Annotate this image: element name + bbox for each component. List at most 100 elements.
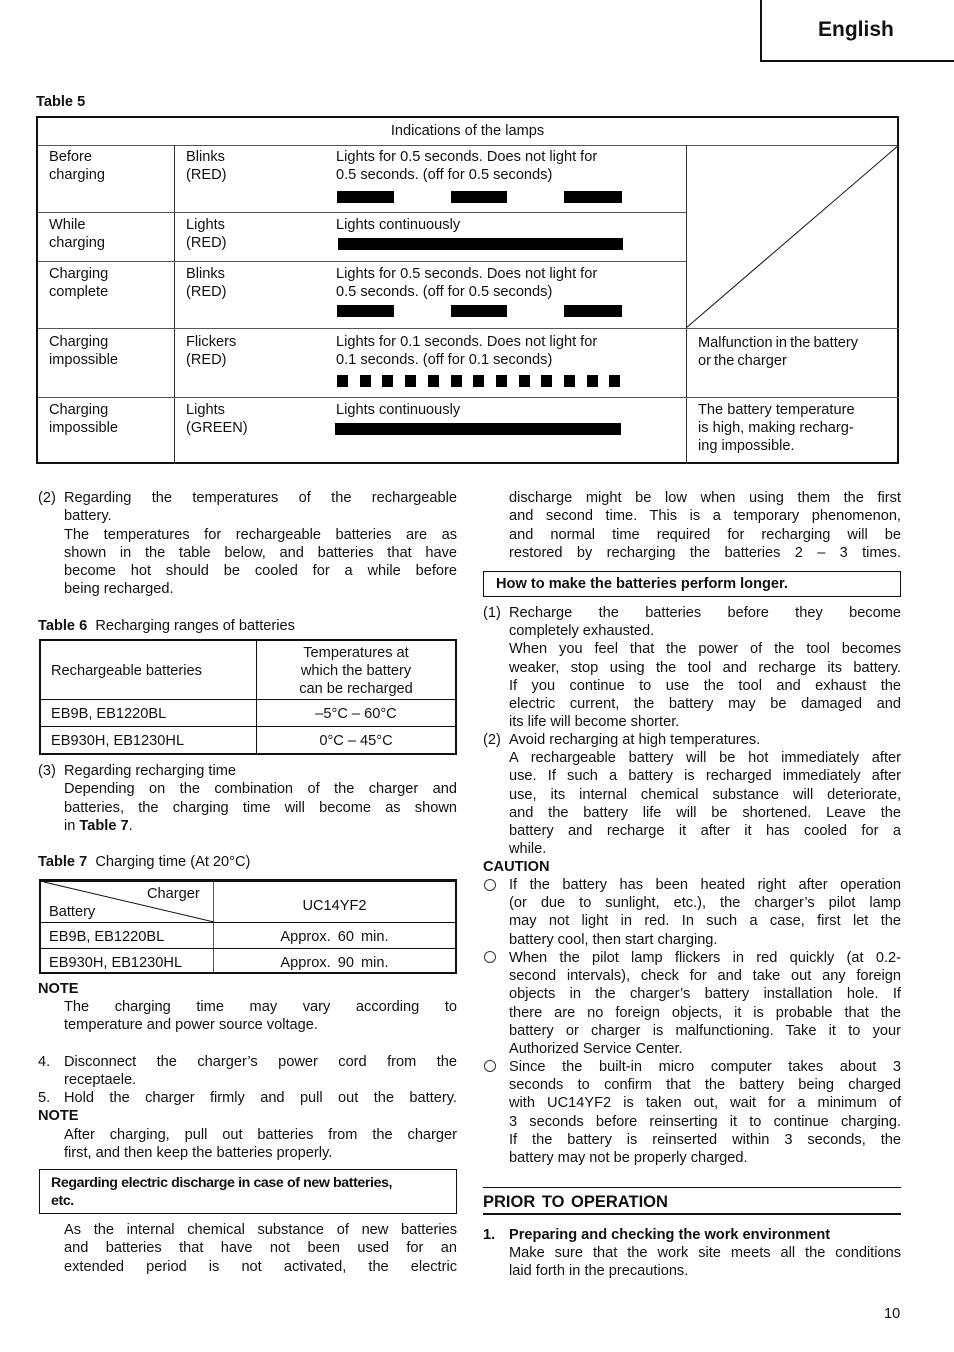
table5-state: Charging impossible	[49, 334, 118, 368]
note-title: NOTE	[38, 1108, 79, 1124]
note-text: The charging time may vary according to …	[64, 999, 457, 1034]
table6: Rechargeable batteries Temperatures at wh…	[39, 639, 457, 755]
table5-row-divider	[38, 261, 686, 262]
table7-header-charger: Charger	[147, 886, 200, 902]
bullet-circle-icon	[484, 879, 496, 891]
table5-row-divider	[38, 212, 686, 213]
lamp-flicker-segment	[473, 375, 485, 387]
lamp-flicker-segment	[564, 375, 575, 387]
perform-longer-heading: How to make the batteries perform longer…	[496, 576, 788, 592]
table6-header-temperature: Temperatures at which the battery can be r…	[299, 645, 413, 697]
item-1-text: Recharge the batteries before they becom…	[509, 605, 901, 731]
page-number: 10	[884, 1306, 901, 1322]
table5-header: Indications of the lamps	[38, 118, 897, 146]
prep-text: Preparing and checking the work environm…	[509, 1227, 901, 1280]
table5-desc: Lights continuously	[336, 217, 461, 233]
table5-state: Before charging	[49, 149, 105, 183]
section-3-number: (3)	[38, 763, 56, 779]
table5-lamp: Blinks (RED)	[186, 266, 227, 300]
step-4-text: Disconnect the charger’s power cord from…	[64, 1054, 457, 1089]
table5-row-divider	[38, 397, 899, 398]
table5-row-divider	[38, 328, 899, 329]
caution-item: When the pilot lamp flickers in red quic…	[509, 950, 901, 1058]
section-title: PRIOR TO OPERATION	[483, 1193, 668, 1211]
lamp-flicker-segment	[337, 375, 348, 387]
table7-caption: Table 7 Charging time (At 20°C)	[38, 854, 251, 870]
table5-lamp: Blinks (RED)	[186, 149, 227, 183]
table7-battery: EB930H, EB1230HL	[49, 955, 183, 971]
section-rule-top	[483, 1187, 901, 1188]
table5-desc: Lights for 0.5 seconds. Does not light f…	[336, 266, 598, 300]
table6-battery: EB930H, EB1230HL	[51, 733, 185, 749]
lamp-flicker-segment	[427, 375, 439, 387]
section-2-number: (2)	[38, 490, 56, 506]
table5-desc: Lights continuously	[336, 402, 461, 418]
caution-item: If the battery has been heated right aft…	[509, 877, 901, 948]
lamp-flicker-segment	[405, 375, 417, 387]
note-text: After charging, pull out batteries from …	[64, 1127, 457, 1162]
table5-lamp: Lights (RED)	[186, 217, 227, 251]
table5-lamp: Flickers (RED)	[186, 334, 237, 368]
table5-caption: Table 5	[36, 94, 86, 110]
table7-battery: EB9B, EB1220BL	[49, 929, 165, 945]
table5-state: While charging	[49, 217, 105, 251]
lamp-flicker-segment	[518, 375, 530, 387]
step-4-number: 4.	[38, 1054, 51, 1070]
lamp-flicker-segment	[609, 375, 621, 387]
lamp-on-segment	[335, 423, 621, 435]
table7: Charger Battery UC14YF2 EB9B, EB1220BL A…	[39, 879, 457, 974]
table7-header-battery: Battery	[49, 904, 96, 920]
language-tab: English	[760, 0, 954, 62]
step-5-number: 5.	[38, 1090, 51, 1106]
table7-row-divider	[41, 922, 455, 923]
bullet-circle-icon	[484, 1060, 496, 1072]
lamp-flicker-segment	[450, 375, 462, 387]
lamp-flicker-segment	[586, 375, 598, 387]
table5-state: Charging complete	[49, 266, 109, 300]
table6-header-battery: Rechargeable batteries	[51, 663, 202, 679]
lamp-on-segment	[337, 191, 394, 203]
table5-note: The battery temperature is high, making r…	[698, 402, 855, 454]
table5-empty-diagonal	[686, 145, 899, 328]
lamp-on-segment	[451, 191, 507, 203]
discharge-heading-box: Regarding electric discharge in case of …	[39, 1169, 457, 1214]
language-label: English	[818, 18, 894, 41]
table7-time: Approx. 60 min.	[280, 929, 389, 945]
note-title: NOTE	[38, 981, 79, 997]
section-rule-bottom	[483, 1213, 901, 1215]
item-2-text: Avoid recharging at high temperatures. A…	[509, 732, 901, 858]
lamp-on-segment	[564, 191, 622, 203]
step-5-text: Hold the charger firmly and pull out the…	[64, 1090, 457, 1106]
table6-row-divider	[41, 699, 455, 700]
perform-longer-heading-box: How to make the batteries perform longer…	[483, 571, 901, 597]
bullet-circle-icon	[484, 951, 496, 963]
lamp-on-segment	[338, 238, 623, 250]
caution-item: Since the built-in micro computer takes …	[509, 1059, 901, 1167]
table5-lamp: Lights (GREEN)	[186, 402, 248, 436]
lamp-flicker-segment	[495, 375, 507, 387]
table5-desc: Lights for 0.5 seconds. Does not light f…	[336, 149, 598, 183]
discharge-text-continued: discharge might be low when using them t…	[509, 490, 901, 561]
table7-row-divider	[41, 948, 455, 949]
lamp-flicker-segment	[541, 375, 553, 387]
prep-title: Preparing and checking the work environm…	[509, 1227, 831, 1243]
lamp-flicker-segment	[382, 375, 394, 387]
prep-number: 1.	[483, 1227, 496, 1243]
table5: Indications of the lamps Before charging …	[36, 116, 899, 464]
table5-state: Charging impossible	[49, 402, 118, 436]
table6-range: –5°C – 60°C	[315, 706, 397, 722]
table6-range: 0°C – 45°C	[319, 733, 393, 749]
lamp-on-segment	[451, 305, 507, 317]
lamp-flicker-segment	[359, 375, 371, 387]
table5-col-divider	[174, 145, 175, 464]
table7-charger-model: UC14YF2	[302, 898, 367, 914]
item-2-number: (2)	[483, 732, 501, 748]
caution-title: CAUTION	[483, 859, 550, 875]
lamp-on-segment	[337, 305, 394, 317]
item-1-number: (1)	[483, 605, 501, 621]
table7-time: Approx. 90 min.	[280, 955, 389, 971]
discharge-text: As the internal chemical substance of ne…	[64, 1222, 457, 1275]
lamp-on-segment	[564, 305, 622, 317]
table6-row-divider	[41, 726, 455, 727]
table5-note: Malfunction in the battery or the charger	[698, 335, 859, 369]
